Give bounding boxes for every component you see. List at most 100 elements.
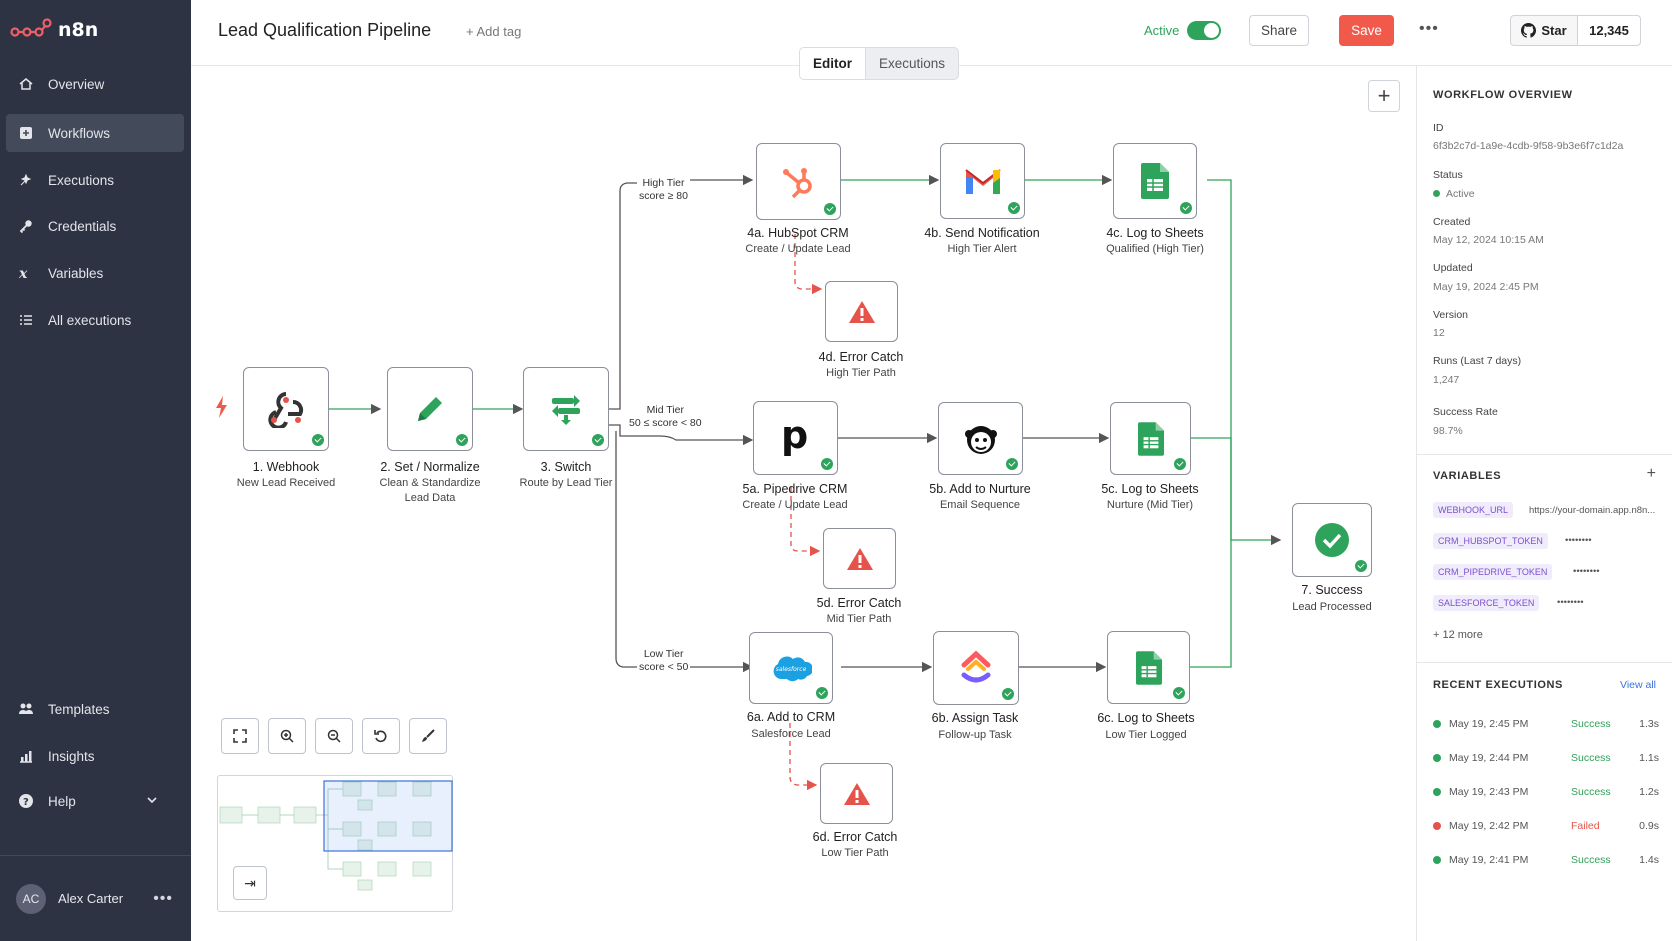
node-title: 2. Set / Normalize bbox=[380, 460, 480, 474]
success-check-icon bbox=[456, 434, 468, 446]
tab-editor[interactable]: Editor bbox=[800, 48, 866, 79]
plus-icon: + bbox=[1377, 83, 1391, 108]
view-all-link[interactable]: View all bbox=[1620, 679, 1656, 691]
node-set-normalize[interactable] bbox=[387, 367, 473, 451]
tab-executions[interactable]: Executions bbox=[866, 48, 958, 79]
sidebar-item-templates[interactable]: Templates bbox=[6, 690, 184, 728]
active-label: Active bbox=[1144, 23, 1180, 38]
variable-name[interactable]: SALESFORCE_TOKEN bbox=[1433, 595, 1540, 611]
success-check-icon bbox=[1180, 202, 1192, 214]
sidebar-item-label: Variables bbox=[48, 265, 104, 281]
user-name: Alex Carter bbox=[58, 891, 124, 906]
n8n-logo[interactable]: n8n bbox=[10, 18, 98, 42]
salesforce-icon: salesforce bbox=[773, 656, 812, 682]
success-check-icon bbox=[821, 458, 833, 470]
save-button[interactable]: Save bbox=[1339, 15, 1394, 46]
node-log-sheets-low[interactable] bbox=[1107, 631, 1190, 704]
field-value-success-rate: 98.7% bbox=[1433, 425, 1463, 437]
node-title: 4a. HubSpot CRM bbox=[747, 226, 849, 240]
workflow-title[interactable]: Lead Qualification Pipeline bbox=[218, 20, 431, 41]
panel-section-title: VARIABLES bbox=[1433, 470, 1502, 482]
field-key: Updated bbox=[1433, 262, 1473, 274]
node-webhook[interactable] bbox=[243, 367, 329, 451]
add-variable-icon[interactable]: + bbox=[1647, 465, 1656, 483]
zoom-out-button[interactable] bbox=[315, 718, 353, 754]
field-key: Status bbox=[1433, 169, 1463, 181]
variable-value: •••••••• bbox=[1557, 597, 1584, 608]
sidebar-item-executions[interactable]: Executions bbox=[6, 161, 184, 199]
add-tag-button[interactable]: + Add tag bbox=[466, 24, 521, 39]
home-icon bbox=[19, 78, 33, 90]
node-subtitle: Follow-up Task bbox=[938, 729, 1012, 741]
variable-name[interactable]: CRM_HUBSPOT_TOKEN bbox=[1433, 533, 1548, 549]
minimap-toggle-button[interactable]: ⇥ bbox=[233, 866, 267, 900]
executions-icon bbox=[20, 173, 32, 186]
status-dot bbox=[1433, 856, 1441, 864]
star-count[interactable]: 12,345 bbox=[1577, 15, 1641, 46]
user-profile[interactable]: AC Alex Carter ••• bbox=[0, 855, 191, 941]
node-subtitle: Qualified (High Tier) bbox=[1106, 243, 1204, 255]
edge-switch-high bbox=[608, 174, 754, 410]
field-value-runs: 1,247 bbox=[1433, 374, 1460, 386]
field-value-status: Active bbox=[1433, 188, 1475, 200]
success-check-icon bbox=[592, 434, 604, 446]
sidebar-item-variables[interactable]: x Variables bbox=[6, 254, 184, 292]
status-dot bbox=[1433, 788, 1441, 796]
mailchimp-icon bbox=[964, 425, 997, 454]
variable-name[interactable]: CRM_PIPEDRIVE_TOKEN bbox=[1433, 564, 1553, 580]
sidebar-item-credentials[interactable]: Credentials bbox=[6, 207, 184, 245]
switch-route-icon bbox=[552, 395, 580, 425]
view-tabs: Editor Executions bbox=[799, 47, 960, 80]
node-send-notification[interactable] bbox=[940, 143, 1025, 219]
warning-icon bbox=[843, 782, 870, 805]
node-log-sheets-high[interactable] bbox=[1113, 143, 1197, 219]
sidebar-item-label: Credentials bbox=[48, 218, 117, 234]
field-value-created: May 12, 2024 10:15 AM bbox=[1433, 234, 1544, 246]
node-subtitle: Salesforce Lead bbox=[751, 728, 831, 740]
node-success[interactable] bbox=[1292, 503, 1372, 577]
more-variables-link[interactable]: + 12 more bbox=[1433, 629, 1483, 641]
node-switch[interactable] bbox=[523, 367, 609, 451]
node-pipedrive-crm[interactable]: p bbox=[753, 401, 838, 475]
node-log-sheets-mid[interactable] bbox=[1110, 402, 1191, 475]
share-button[interactable]: Share bbox=[1249, 15, 1309, 46]
sidebar-item-label: Overview bbox=[48, 76, 105, 92]
node-hubspot-crm[interactable] bbox=[756, 143, 841, 220]
divider bbox=[1417, 662, 1672, 663]
clickup-icon bbox=[961, 650, 991, 683]
node-assign-task[interactable] bbox=[933, 631, 1019, 705]
field-value-id[interactable]: 6f3b2c7d-1a9e-4cdb-9f58-9b3e6f7c1d2a bbox=[1433, 140, 1623, 152]
workflow-overview-panel: WORKFLOW OVERVIEW ID 6f3b2c7d-1a9e-4cdb-… bbox=[1416, 66, 1672, 941]
hide-minimap-icon: ⇥ bbox=[244, 874, 256, 891]
field-value-updated: May 19, 2024 2:45 PM bbox=[1433, 281, 1539, 293]
variable-value: •••••••• bbox=[1573, 566, 1600, 577]
field-key: Created bbox=[1433, 216, 1471, 228]
active-toggle[interactable] bbox=[1187, 21, 1221, 40]
node-title: 4c. Log to Sheets bbox=[1106, 226, 1204, 240]
node-salesforce-crm[interactable]: salesforce bbox=[749, 632, 833, 704]
node-title: 4b. Send Notification bbox=[924, 226, 1040, 240]
node-error-catch-mid[interactable] bbox=[823, 528, 896, 589]
star-label: Star bbox=[1541, 23, 1567, 38]
node-error-catch-high[interactable] bbox=[825, 281, 898, 342]
success-check-icon bbox=[312, 434, 324, 446]
zoom-in-button[interactable] bbox=[268, 718, 306, 754]
more-options-icon[interactable]: ••• bbox=[1419, 20, 1439, 38]
sidebar-item-overview[interactable]: Overview bbox=[6, 65, 184, 103]
node-subtitle: Create / Update Lead bbox=[742, 499, 848, 511]
sidebar-item-help[interactable]: ? Help bbox=[6, 782, 184, 820]
node-error-catch-low[interactable] bbox=[820, 763, 893, 824]
reset-zoom-button[interactable] bbox=[362, 718, 400, 754]
sidebar-item-insights[interactable]: Insights bbox=[6, 737, 184, 775]
fit-view-button[interactable] bbox=[221, 718, 259, 754]
sidebar-item-workflows[interactable]: Workflows bbox=[6, 114, 184, 152]
github-star-button[interactable]: Star bbox=[1510, 15, 1578, 46]
add-node-button[interactable]: + bbox=[1368, 80, 1400, 112]
variable-name[interactable]: WEBHOOK_URL bbox=[1433, 502, 1514, 518]
user-menu-icon[interactable]: ••• bbox=[153, 890, 173, 908]
tidy-up-button[interactable] bbox=[409, 718, 447, 754]
node-title: 6b. Assign Task bbox=[931, 711, 1019, 725]
workflow-canvas[interactable]: 1. Webhook New Lead Received 2. Set / No… bbox=[191, 66, 1416, 941]
sidebar-item-all-executions[interactable]: All executions bbox=[6, 301, 184, 339]
node-add-to-nurture[interactable] bbox=[938, 402, 1023, 475]
